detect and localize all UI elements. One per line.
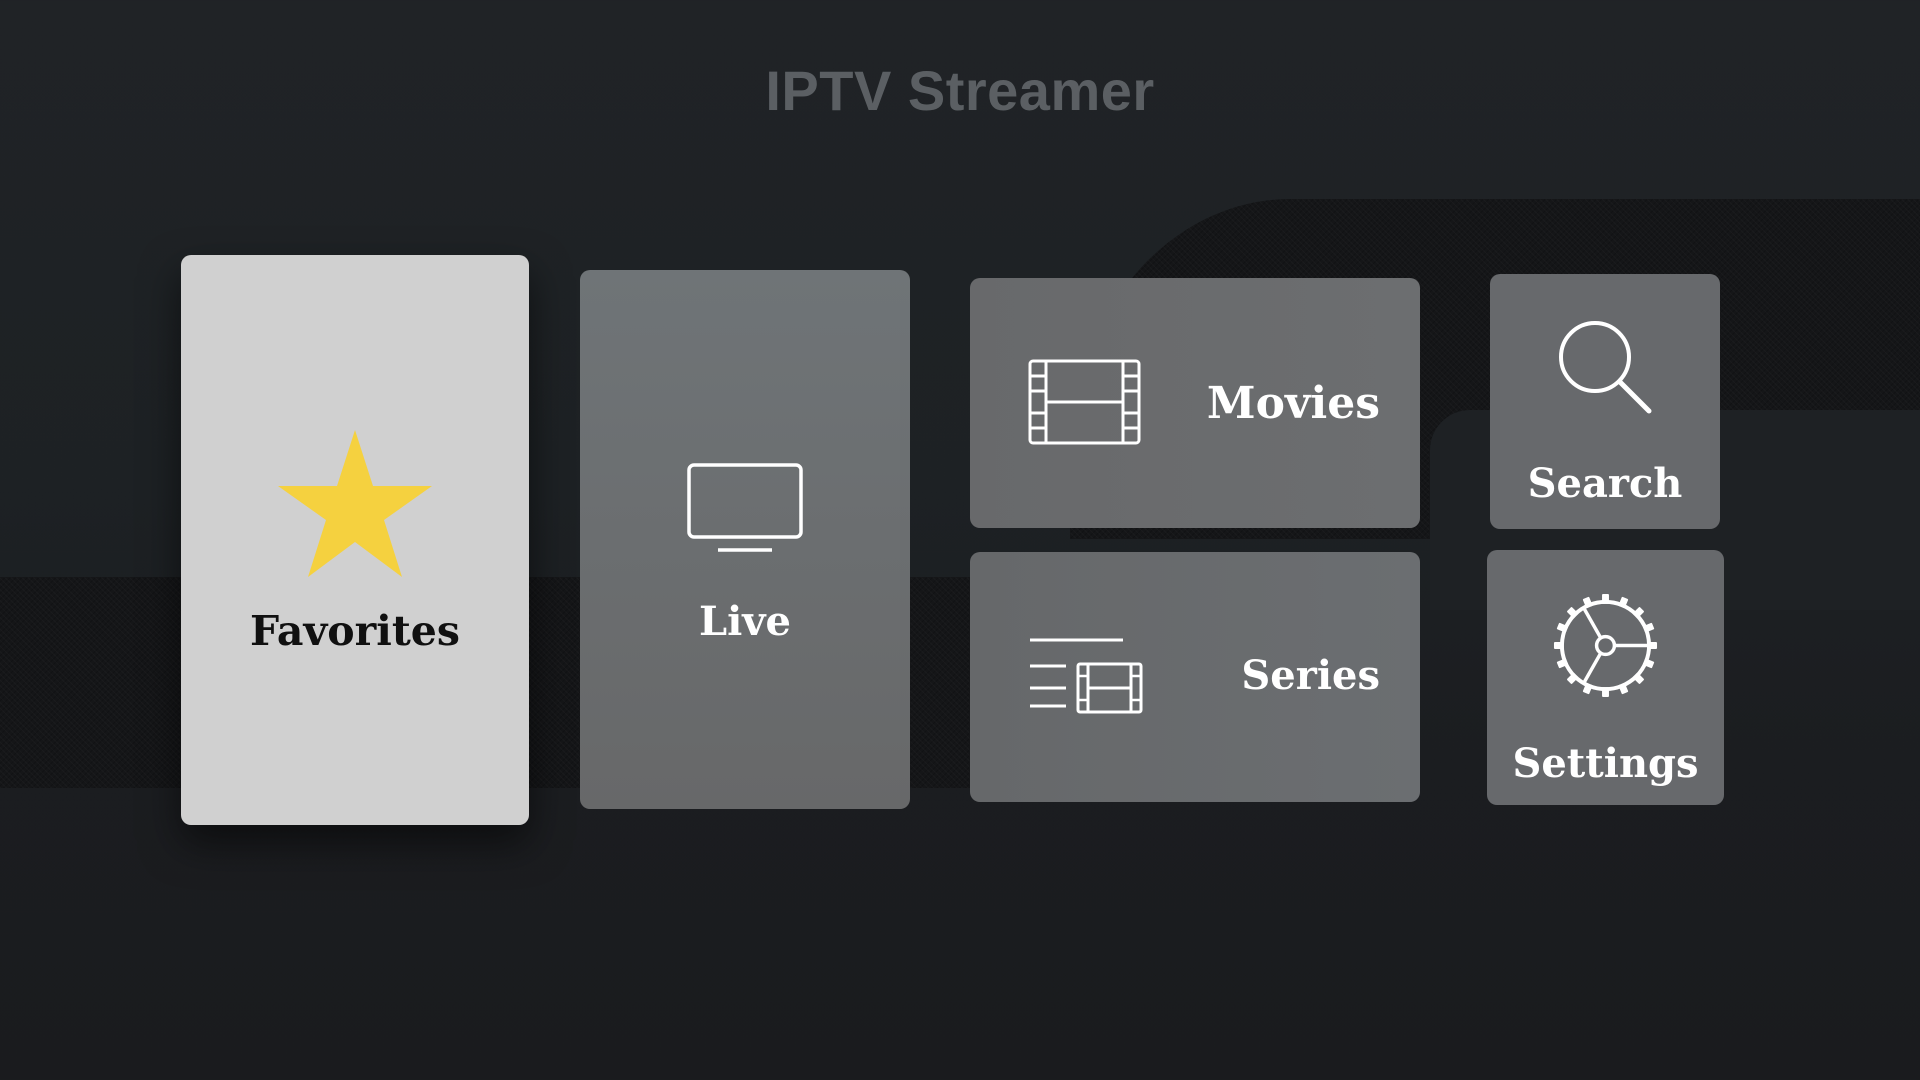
tile-movies[interactable]: Movies [970, 278, 1420, 528]
tile-series[interactable]: Series [970, 552, 1420, 802]
tile-settings-label: Settings [1512, 740, 1699, 787]
series-list-icon [1030, 638, 1143, 714]
tile-live-label: Live [698, 598, 791, 645]
tile-favorites-label: Favorites [250, 607, 460, 655]
film-icon [1028, 359, 1141, 445]
tile-settings[interactable]: Settings [1487, 550, 1724, 805]
star-icon [278, 430, 432, 577]
tile-favorites[interactable]: Favorites [181, 255, 529, 825]
tile-movies-label: Movies [1206, 378, 1380, 429]
tile-search-label: Search [1527, 460, 1683, 507]
tile-series-label: Series [1241, 652, 1380, 699]
app-title: IPTV Streamer [765, 59, 1155, 122]
tile-live[interactable]: Live [580, 270, 910, 809]
tv-icon [687, 463, 803, 552]
gear-icon [1553, 593, 1658, 698]
tile-search[interactable]: Search [1490, 274, 1720, 529]
search-icon [1559, 321, 1652, 414]
